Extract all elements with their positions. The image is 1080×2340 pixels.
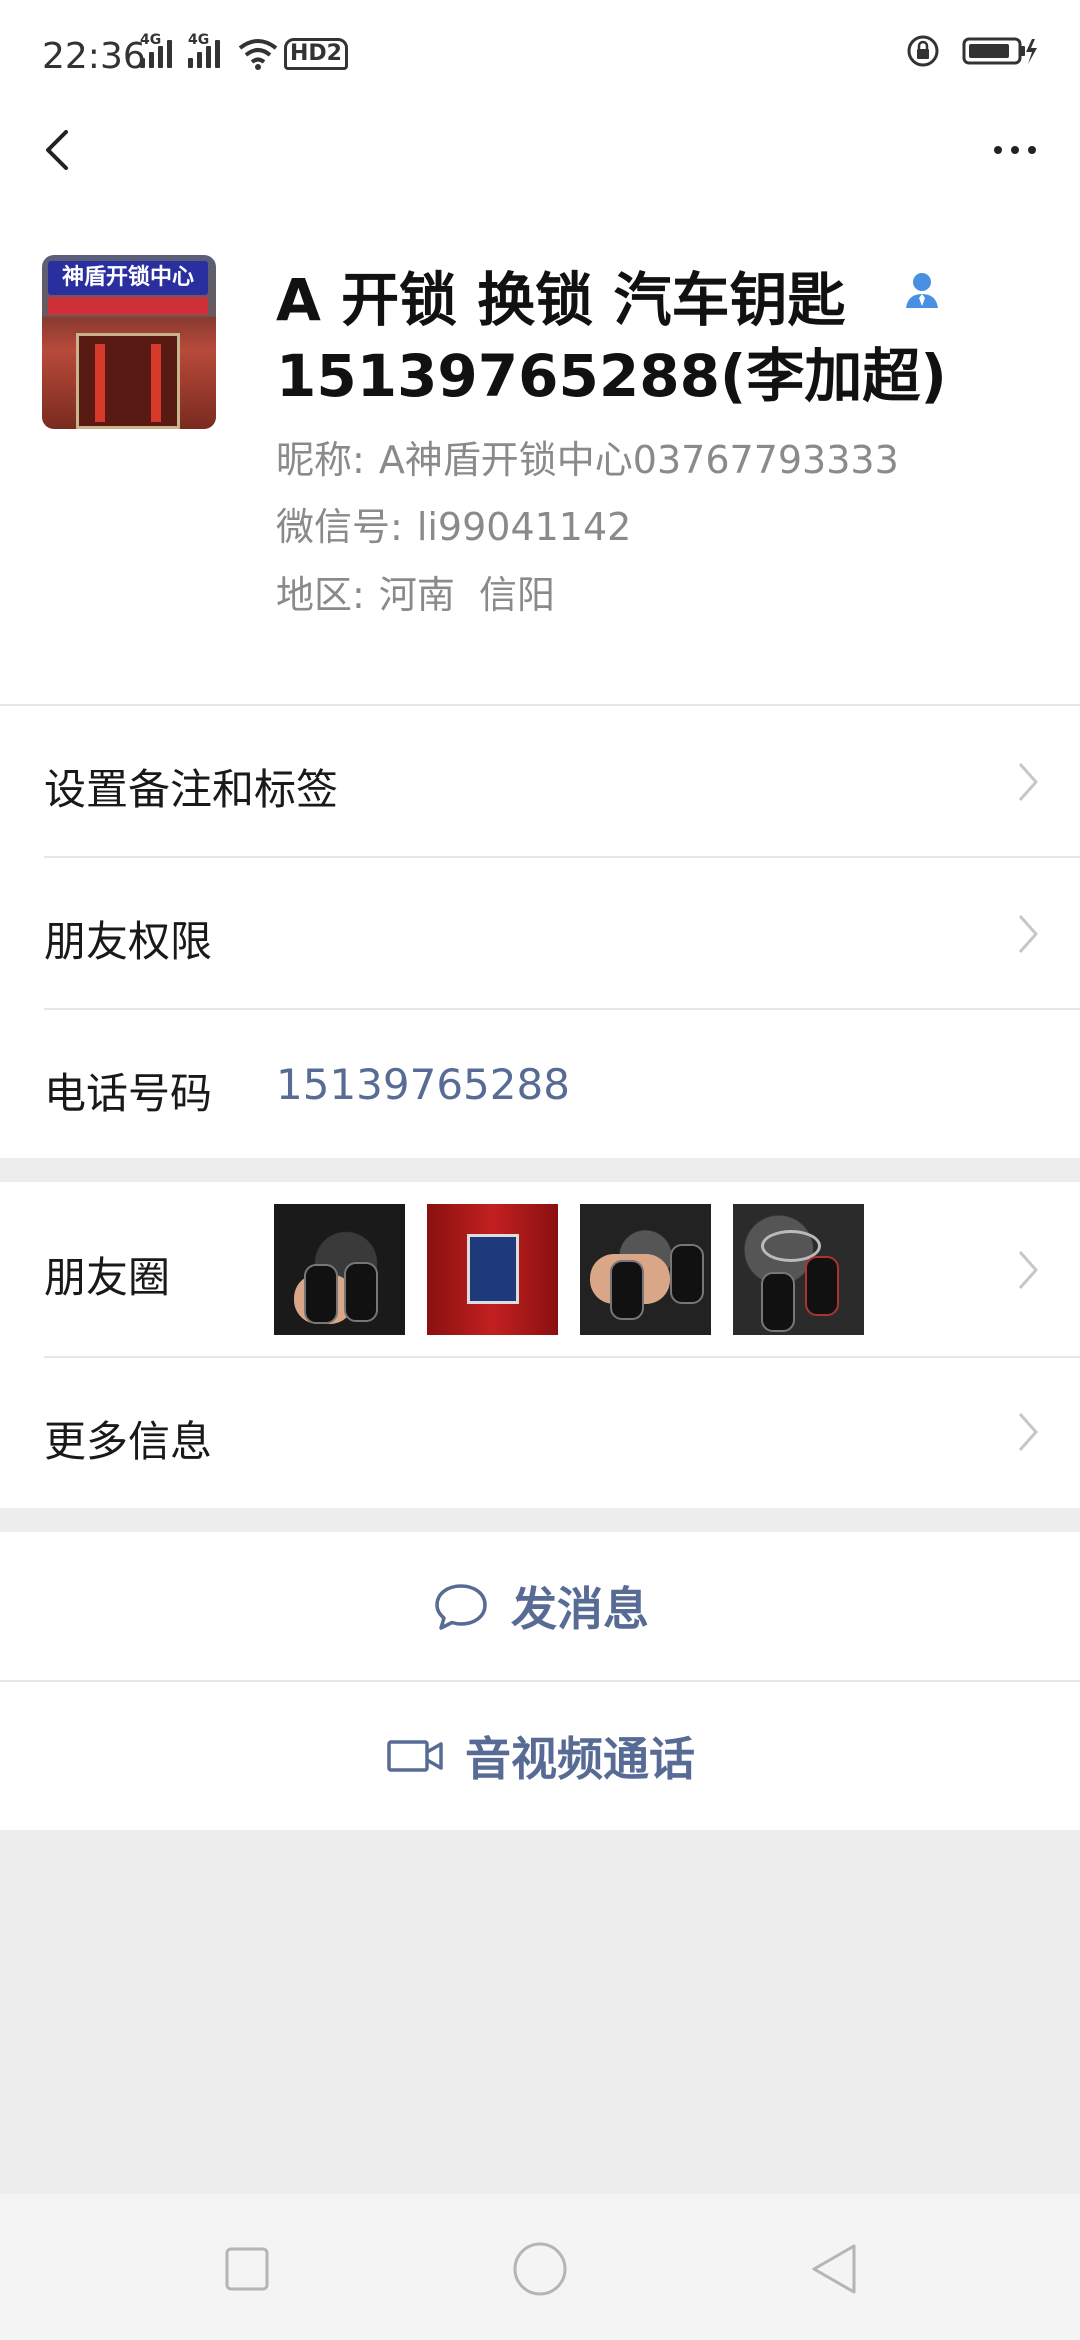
profile-header: 神盾开锁中心 A 开锁 换锁 汽车钥匙 15139765288(李加超) 昵称:… xyxy=(0,190,1080,705)
wifi-icon xyxy=(238,39,278,70)
region-row: 地区: 河南 信阳 xyxy=(276,570,555,620)
video-call-button[interactable]: 音视频通话 xyxy=(0,1682,1080,1830)
chevron-right-icon xyxy=(1018,763,1039,801)
phone-number-row: 电话号码 15139765288 xyxy=(0,1010,1080,1158)
chevron-right-icon xyxy=(1018,1251,1039,1289)
phone-number-label: 电话号码 xyxy=(44,1069,213,1118)
region-value: 河南 信阳 xyxy=(378,573,555,617)
friend-permissions-label: 朋友权限 xyxy=(44,917,213,966)
contact-name-line-2: 15139765288(李加超) xyxy=(276,342,947,410)
contact-name-line-1: A 开锁 换锁 汽车钥匙 xyxy=(276,266,846,334)
contact-person-icon xyxy=(906,273,938,308)
moments-thumbnail xyxy=(580,1204,711,1335)
moments-thumbnail xyxy=(274,1204,405,1335)
more-dot-icon xyxy=(1028,146,1036,154)
nickname-row: 昵称: A神盾开锁中心03767793333 xyxy=(276,435,899,485)
moments-thumbnails xyxy=(274,1204,864,1335)
avatar-sign-text: 神盾开锁中心 xyxy=(61,265,194,290)
cellular-signal-2-icon: 4G xyxy=(188,32,220,68)
status-time: 22:36 xyxy=(42,36,146,77)
friend-permissions-row[interactable]: 朋友权限 xyxy=(0,858,1080,1010)
wechat-id-row: 微信号: li99041142 xyxy=(276,502,631,552)
back-button[interactable] xyxy=(30,120,90,180)
wechat-id-value: li99041142 xyxy=(416,505,632,549)
chat-bubble-icon xyxy=(435,1584,487,1630)
nickname-label: 昵称: xyxy=(276,438,365,482)
rotation-lock-icon xyxy=(907,35,939,67)
set-remark-tags-label: 设置备注和标签 xyxy=(44,765,339,814)
chevron-right-icon xyxy=(1018,1413,1039,1451)
battery-icon xyxy=(962,37,1037,65)
more-dot-icon xyxy=(994,146,1002,154)
more-info-row[interactable]: 更多信息 xyxy=(0,1358,1080,1508)
top-nav-bar xyxy=(0,110,1080,190)
moments-label: 朋友圈 xyxy=(44,1253,171,1302)
nickname-value: A神盾开锁中心03767793333 xyxy=(378,438,899,482)
status-bar: 22:36 4G 4G HD2 xyxy=(0,0,1080,110)
more-options-button[interactable] xyxy=(980,120,1050,180)
system-back-button[interactable] xyxy=(800,2234,870,2304)
region-label: 地区: xyxy=(276,573,365,617)
avatar-sign: 神盾开锁中心 xyxy=(48,261,208,295)
moments-thumbnail xyxy=(733,1204,864,1335)
send-message-button[interactable]: 发消息 xyxy=(0,1532,1080,1680)
network-type-2: 4G xyxy=(188,32,210,48)
moments-row[interactable]: 朋友圈 xyxy=(0,1182,1080,1358)
phone-number-value[interactable]: 15139765288 xyxy=(276,1060,570,1109)
system-navigation-bar xyxy=(0,2194,1080,2340)
cellular-signal-1-icon: 4G xyxy=(140,32,172,68)
chevron-right-icon xyxy=(1018,915,1039,953)
recent-apps-button[interactable] xyxy=(212,2234,282,2304)
more-dot-icon xyxy=(1011,146,1019,154)
hd-badge: HD2 xyxy=(284,38,348,70)
moments-thumbnail xyxy=(427,1204,558,1335)
network-type-1: 4G xyxy=(140,32,162,48)
video-camera-icon xyxy=(387,1740,443,1772)
more-info-label: 更多信息 xyxy=(44,1417,213,1466)
set-remark-tags-row[interactable]: 设置备注和标签 xyxy=(0,706,1080,858)
video-call-label: 音视频通话 xyxy=(465,1732,695,1786)
home-button[interactable] xyxy=(505,2234,575,2304)
wechat-id-label: 微信号: xyxy=(276,505,403,549)
avatar[interactable]: 神盾开锁中心 xyxy=(42,255,216,429)
send-message-label: 发消息 xyxy=(511,1582,649,1636)
